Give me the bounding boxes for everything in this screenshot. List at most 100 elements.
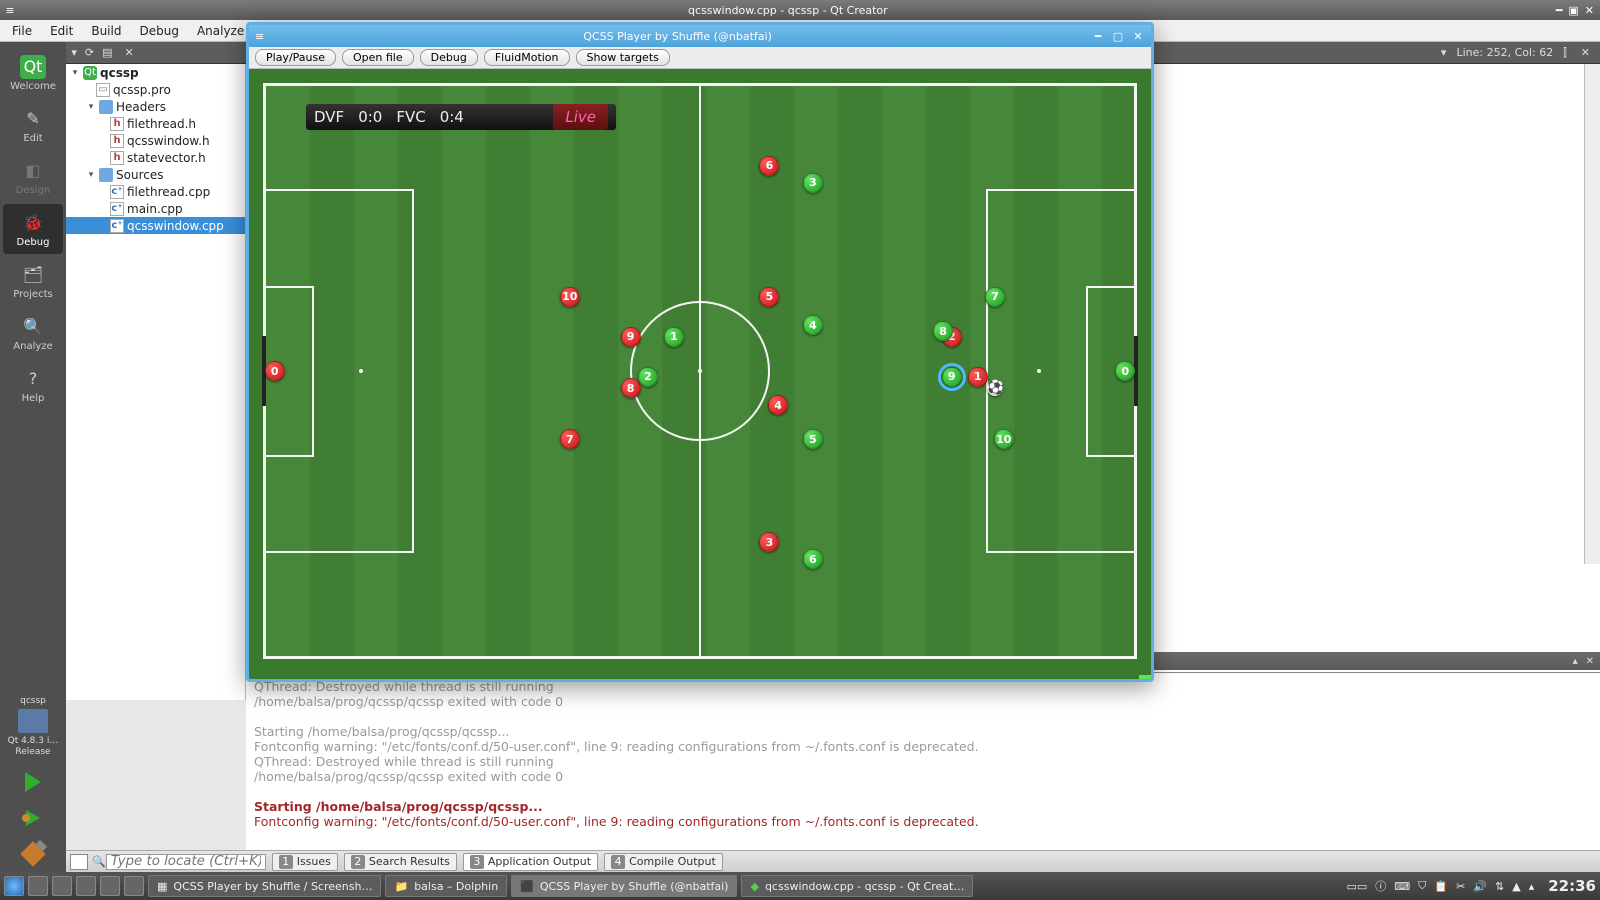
encoding-combo[interactable]: ▾ xyxy=(1441,46,1447,59)
editor-scrollbar[interactable] xyxy=(1584,64,1600,564)
browser-icon[interactable] xyxy=(100,876,120,896)
tray-volume-icon[interactable]: 🔊 xyxy=(1473,880,1487,893)
maximize-icon[interactable]: ▢ xyxy=(1111,29,1125,43)
tree-source-file[interactable]: c⁺main.cpp xyxy=(66,200,245,217)
task-qtcreator[interactable]: ◆qcsswindow.cpp - qcssp - Qt Creat… xyxy=(741,875,973,897)
tree-sources[interactable]: ▾Sources xyxy=(66,166,245,183)
filter-icon[interactable]: ▾ xyxy=(71,46,77,59)
linecol-status: Line: 252, Col: 62 xyxy=(1456,46,1553,59)
mode-welcome[interactable]: QtWelcome xyxy=(3,48,63,98)
mode-projects[interactable]: 🗂Projects xyxy=(3,256,63,306)
run-button[interactable] xyxy=(15,768,51,796)
kit-project: qcssp xyxy=(8,696,59,707)
play-icon xyxy=(25,772,41,792)
debug-run-button[interactable] xyxy=(15,804,51,832)
desktop-icon[interactable] xyxy=(76,876,96,896)
split-icon[interactable]: ▤ xyxy=(102,46,112,59)
tree-pro-file[interactable]: ▭qcssp.pro xyxy=(66,81,245,98)
qtc-modebar: QtWelcome ✎Edit ◧Design 🐞Debug 🗂Projects… xyxy=(0,42,66,872)
tree-header-file[interactable]: hqcsswindow.h xyxy=(66,132,245,149)
tree-header-file[interactable]: hfilethread.h xyxy=(66,115,245,132)
activity-icon[interactable] xyxy=(28,876,48,896)
tree-root[interactable]: ▾Qtqcssp xyxy=(66,64,245,81)
red-player-3: 3 xyxy=(759,532,779,552)
tray-pager-icon[interactable]: ▭▭ xyxy=(1346,880,1367,893)
task-screenshot[interactable]: ▦QCSS Player by Shuffle / Screensh… xyxy=(148,875,381,897)
pane-compile-output[interactable]: 4Compile Output xyxy=(604,853,723,871)
tray-shield-icon[interactable]: ⛉ xyxy=(1418,879,1426,893)
tree-header-file[interactable]: hstatevector.h xyxy=(66,149,245,166)
tray-network-icon[interactable]: ⇅ xyxy=(1495,880,1504,893)
output-line: Fontconfig warning: "/etc/fonts/conf.d/5… xyxy=(254,814,1592,829)
pane-issues[interactable]: 1Issues xyxy=(272,853,338,871)
maximize-icon[interactable]: ▣ xyxy=(1568,4,1578,17)
pane-search-results[interactable]: 2Search Results xyxy=(344,853,457,871)
task-qcss-player[interactable]: ⬛QCSS Player by Shuffle (@nbatfai) xyxy=(511,875,737,897)
help-icon: ? xyxy=(21,367,45,391)
split-editor-icon[interactable]: ⫿ xyxy=(1563,46,1567,60)
tree-item-label: qcsswindow.cpp xyxy=(127,219,224,233)
tray-clock[interactable]: 22:36 xyxy=(1548,877,1596,895)
show-targets-button[interactable]: Show targets xyxy=(576,49,670,66)
kit-selector[interactable]: qcssp Qt 4.8.3 i… Release xyxy=(8,696,59,758)
tray-clipboard-icon[interactable]: 📋 xyxy=(1434,880,1448,893)
minimize-icon[interactable]: ━ xyxy=(1091,29,1105,43)
app-icon[interactable] xyxy=(124,876,144,896)
close-icon[interactable]: ✕ xyxy=(1585,4,1594,17)
output-toggle-icon[interactable] xyxy=(70,854,88,870)
output-close-icon[interactable]: ✕ xyxy=(1586,656,1594,667)
player-titlebar[interactable]: ≡ QCSS Player by Shuffle (@nbatfai) ━ ▢ … xyxy=(249,25,1151,47)
tree-headers[interactable]: ▾Headers xyxy=(66,98,245,115)
tray-battery-icon[interactable]: ▲ xyxy=(1512,880,1520,893)
menu-file[interactable]: File xyxy=(4,22,40,40)
close-editor-icon[interactable]: ✕ xyxy=(1577,46,1594,59)
application-output[interactable]: QThread: Destroyed while thread is still… xyxy=(246,672,1600,850)
play-debug-icon xyxy=(26,810,40,826)
menu-edit[interactable]: Edit xyxy=(42,22,81,40)
tree-source-file-selected[interactable]: c⁺qcsswindow.cpp xyxy=(66,217,245,234)
debug-button[interactable]: Debug xyxy=(420,49,478,66)
window-menu-icon[interactable]: ≡ xyxy=(255,30,264,43)
tray-scissors-icon[interactable]: ✂ xyxy=(1456,880,1465,893)
qcss-player-window[interactable]: ≡ QCSS Player by Shuffle (@nbatfai) ━ ▢ … xyxy=(246,22,1154,682)
menu-debug[interactable]: Debug xyxy=(131,22,186,40)
output-chevron-icon[interactable]: ▴ xyxy=(1573,656,1578,667)
files-icon[interactable] xyxy=(52,876,72,896)
qt-project-icon: Qt xyxy=(83,66,97,80)
open-file-button[interactable]: Open file xyxy=(342,49,414,66)
build-button[interactable] xyxy=(15,840,51,868)
menu-analyze[interactable]: Analyze xyxy=(189,22,252,40)
sync-icon[interactable]: ⟳ xyxy=(85,46,94,59)
close-icon[interactable]: ✕ xyxy=(1131,29,1145,43)
team-b-name: FVC xyxy=(396,108,425,126)
mode-label: Edit xyxy=(23,133,42,144)
app-small-icon: ◆ xyxy=(750,880,758,893)
tray-expand-icon[interactable]: ▴ xyxy=(1529,880,1535,893)
mode-debug[interactable]: 🐞Debug xyxy=(3,204,63,254)
menu-build[interactable]: Build xyxy=(83,22,129,40)
debug-icon: 🐞 xyxy=(21,211,45,235)
start-menu-icon[interactable] xyxy=(4,876,24,896)
tree-item-label: qcsswindow.h xyxy=(127,134,210,148)
window-menu-icon[interactable]: ≡ xyxy=(0,4,20,17)
output-line: Starting /home/balsa/prog/qcssp/qcssp... xyxy=(254,724,1592,739)
mode-help[interactable]: ?Help xyxy=(3,360,63,410)
pane-app-output[interactable]: 3Application Output xyxy=(463,853,598,871)
mode-analyze[interactable]: 🔍Analyze xyxy=(3,308,63,358)
cpp-file-icon: c⁺ xyxy=(110,219,124,233)
project-tree[interactable]: ▾Qtqcssp ▭qcssp.pro ▾Headers hfilethread… xyxy=(66,64,246,700)
tray-info-icon[interactable]: ⓘ xyxy=(1375,878,1386,894)
tree-item-label: Sources xyxy=(116,168,163,182)
close-doc-icon[interactable]: ✕ xyxy=(121,46,138,59)
resize-handle-icon[interactable] xyxy=(1139,675,1153,682)
tree-source-file[interactable]: c⁺filethread.cpp xyxy=(66,183,245,200)
hammer-icon xyxy=(20,841,45,866)
fluidmotion-button[interactable]: FluidMotion xyxy=(484,49,570,66)
play-pause-button[interactable]: Play/Pause xyxy=(255,49,336,66)
minimize-icon[interactable]: ━ xyxy=(1556,4,1563,17)
mode-edit[interactable]: ✎Edit xyxy=(3,100,63,150)
task-dolphin[interactable]: 📁balsa – Dolphin xyxy=(385,875,507,897)
qt-icon: Qt xyxy=(20,55,46,79)
tray-keyboard-icon[interactable]: ⌨ xyxy=(1394,880,1410,893)
locator-input[interactable] xyxy=(106,854,266,870)
